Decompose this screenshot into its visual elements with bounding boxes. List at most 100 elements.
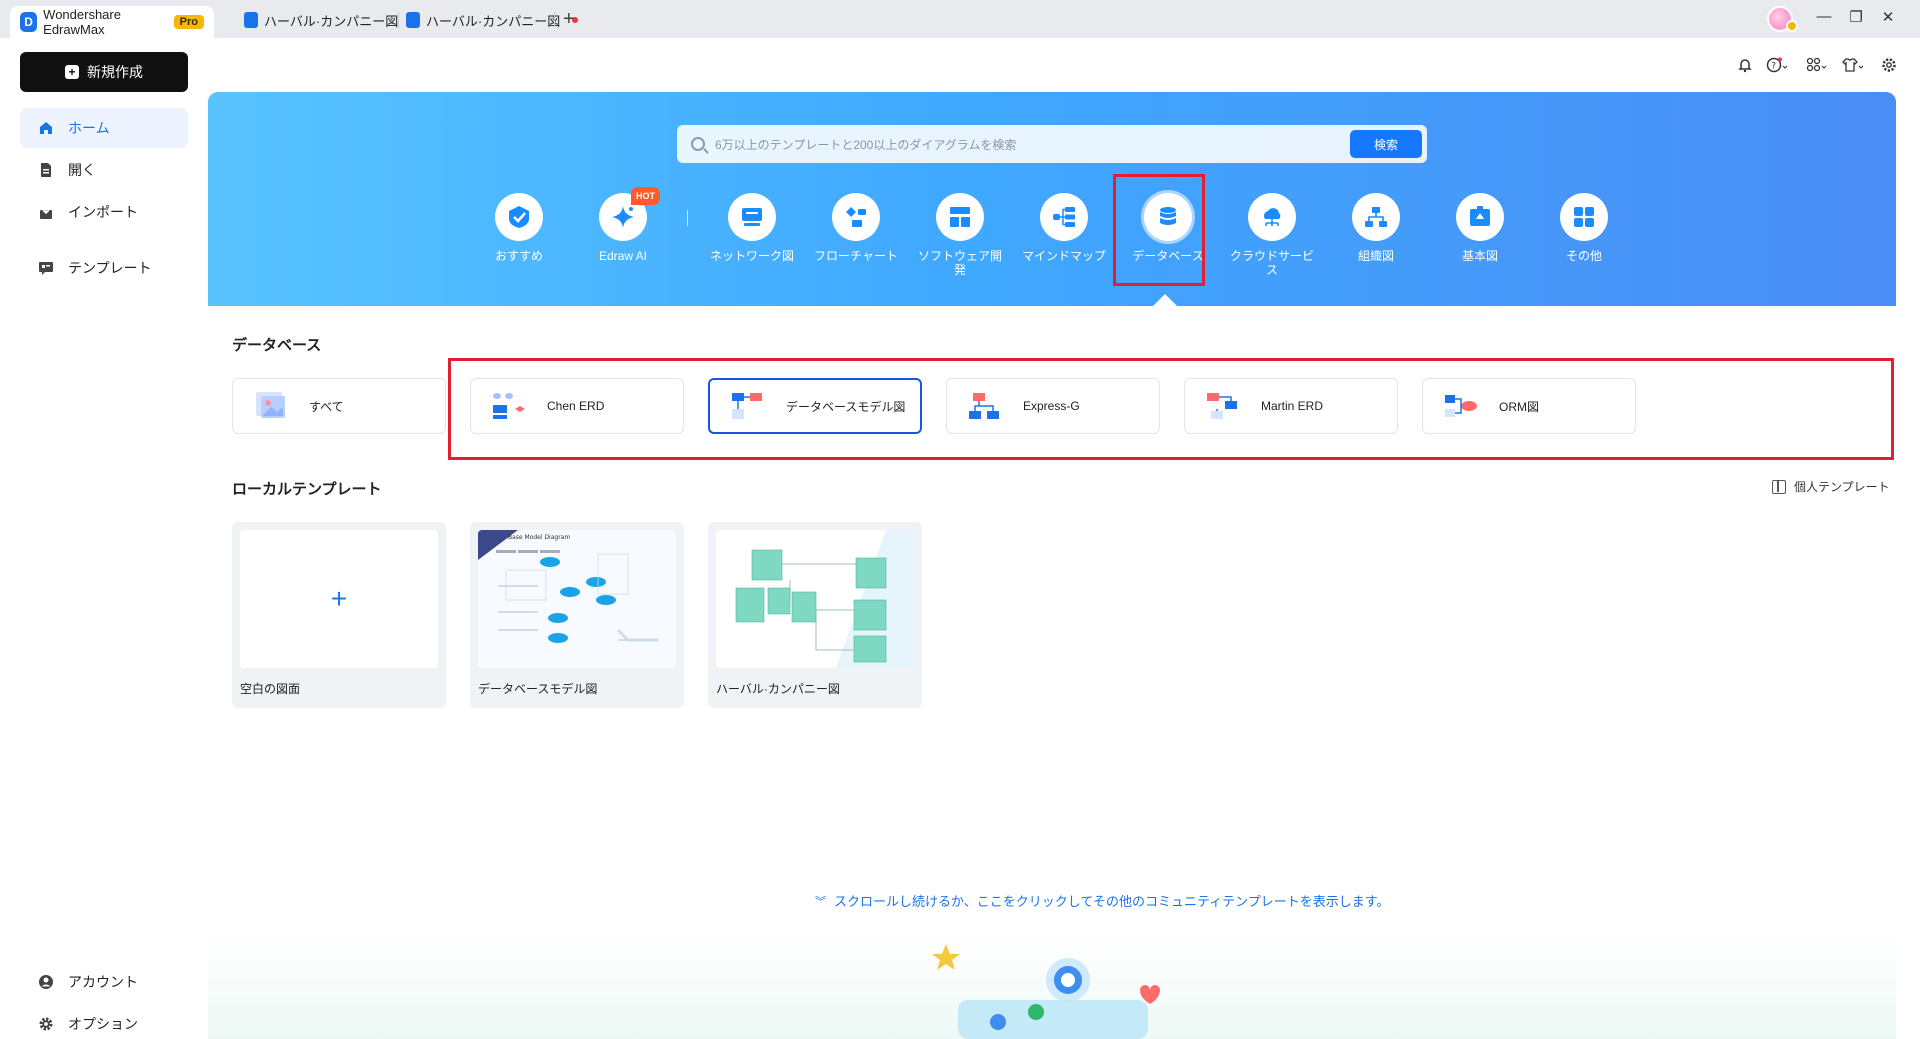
import-icon	[38, 204, 54, 220]
category-org-chart[interactable]: 組織図	[1330, 193, 1422, 263]
category-network[interactable]: ネットワーク図	[706, 193, 798, 263]
orm-icon	[1443, 391, 1479, 421]
category-recommended[interactable]: おすすめ	[473, 193, 565, 263]
search-button[interactable]: 検索	[1350, 130, 1422, 158]
hero-banner: 6万以上のテンプレートと200以上のダイアグラムを検索 検索 おすすめ HOT …	[208, 92, 1896, 306]
svg-text:?: ?	[1771, 62, 1776, 72]
category-flowchart[interactable]: フローチャート	[810, 193, 902, 263]
herbal-company-local-card[interactable]: ハーバル·カンパニー図	[708, 522, 922, 708]
account-icon	[38, 974, 54, 990]
community-illustration	[208, 930, 1896, 1039]
category-cloud[interactable]: クラウドサービ ス	[1226, 193, 1318, 277]
more-icon	[1560, 193, 1608, 241]
app-name: Wondershare EdrawMax	[43, 7, 121, 37]
tab-home[interactable]: D Wondershare EdrawMax Pro	[10, 6, 214, 38]
help-icon[interactable]: ?	[1766, 54, 1788, 76]
sidebar-item-options[interactable]: オプション	[20, 1004, 188, 1039]
template-card-orm[interactable]: ORM図	[1422, 378, 1636, 434]
recommend-icon	[495, 193, 543, 241]
software-icon	[936, 193, 984, 241]
category-label: ネットワーク図	[709, 249, 794, 263]
personal-templates-label: 個人テンプレート	[1794, 480, 1890, 494]
template-card-all[interactable]: すべて	[232, 378, 446, 434]
all-templates-icon	[253, 391, 289, 421]
category-label: Edraw AI	[598, 249, 648, 263]
sidebar-item-label: アカウント	[68, 974, 138, 990]
sidebar-item-label: オプション	[68, 1016, 138, 1032]
search-input[interactable]: 6万以上のテンプレートと200以上のダイアグラムを検索	[715, 136, 1350, 153]
tab-document-2[interactable]: ハーバル·カンパニー図	[406, 6, 579, 34]
template-card-label: データベースモデル図	[786, 399, 906, 414]
blank-drawing-preview: +	[240, 530, 438, 668]
blank-drawing-card[interactable]: + 空白の図面	[232, 522, 446, 708]
express-g-icon	[967, 391, 1003, 421]
new-button-label: 新規作成	[87, 64, 143, 80]
notification-bell-icon[interactable]	[1734, 54, 1756, 76]
title-bar: D Wondershare EdrawMax Pro ハーバル·カンパニー図 ハ…	[0, 0, 1920, 38]
tab-label: ハーバル·カンパニー図	[264, 13, 399, 29]
sidebar-item-account[interactable]: アカウント	[20, 962, 188, 1002]
category-label: 基本図	[1461, 249, 1498, 263]
new-document-button[interactable]: + 新規作成	[20, 52, 188, 92]
chen-erd-icon	[491, 391, 527, 421]
sidebar-item-open[interactable]: 開く	[20, 150, 188, 190]
theme-shirt-icon[interactable]	[1842, 54, 1864, 76]
category-basic[interactable]: 基本図	[1434, 193, 1526, 263]
restore-button[interactable]: ❐	[1846, 8, 1866, 26]
sidebar-item-label: ホーム	[68, 120, 110, 136]
category-label: フローチャート	[814, 249, 898, 263]
template-card-martin-erd[interactable]: Martin ERD	[1184, 378, 1398, 434]
tab-document-1[interactable]: ハーバル·カンパニー図	[244, 6, 417, 34]
new-tab-button[interactable]: +	[563, 8, 575, 31]
martin-erd-icon	[1205, 391, 1241, 421]
database-model-preview: Base Model Diagram	[478, 530, 676, 668]
template-card-chen-erd[interactable]: Chen ERD	[470, 378, 684, 434]
category-software[interactable]: ソフトウェア開 発	[914, 193, 1006, 277]
open-icon	[38, 162, 54, 178]
category-mindmap[interactable]: マインドマップ	[1018, 193, 1110, 263]
document-icon	[406, 12, 420, 28]
org-chart-icon	[1352, 193, 1400, 241]
personal-template-icon	[1772, 479, 1786, 494]
preview-title: Base Model Diagram	[508, 534, 570, 541]
category-edraw-ai[interactable]: HOT Edraw AI	[577, 187, 669, 263]
settings-gear-icon[interactable]	[1878, 54, 1900, 76]
tab-separator	[554, 12, 555, 28]
template-card-express-g[interactable]: Express-G	[946, 378, 1160, 434]
database-model-local-card[interactable]: Base Model Diagram データベースモデル図	[470, 522, 684, 708]
sidebar-item-import[interactable]: インポート	[20, 192, 188, 232]
category-label: おすすめ	[494, 249, 543, 263]
plus-icon: +	[65, 65, 79, 79]
search-icon	[691, 137, 705, 151]
category-label: その他	[1565, 249, 1602, 263]
category-more[interactable]: その他	[1538, 193, 1630, 263]
sidebar-item-templates[interactable]: テンプレート	[20, 248, 188, 288]
highlight-database-category	[1113, 174, 1205, 286]
sidebar-item-label: テンプレート	[68, 260, 152, 276]
load-more-templates-link[interactable]: ︾ スクロールし続けるか、ここをクリックしてその他のコミュニティテンプレートを表…	[815, 891, 1390, 910]
double-chevron-down-icon: ︾	[815, 895, 826, 908]
database-model-icon	[730, 391, 766, 421]
herbal-company-preview	[716, 530, 914, 668]
sidebar-item-label: 開く	[68, 162, 96, 178]
selected-category-caret	[1153, 294, 1177, 306]
category-divider	[687, 210, 688, 226]
vip-badge-icon	[1786, 20, 1798, 32]
network-icon	[728, 193, 776, 241]
sidebar-item-home[interactable]: ホーム	[20, 108, 188, 148]
cloud-icon	[1248, 193, 1296, 241]
home-icon	[38, 120, 54, 136]
template-search-bar[interactable]: 6万以上のテンプレートと200以上のダイアグラムを検索 検索	[677, 125, 1427, 163]
edrawmax-logo-icon: D	[20, 12, 38, 32]
personal-templates-link[interactable]: 個人テンプレート	[1772, 478, 1890, 495]
minimize-button[interactable]: —	[1814, 8, 1834, 25]
template-card-database-model[interactable]: データベースモデル図	[708, 378, 922, 434]
plus-icon: +	[330, 583, 348, 614]
local-card-label: 空白の図面	[240, 682, 301, 696]
category-label: マインドマップ	[1021, 249, 1106, 263]
apps-grid-icon[interactable]	[1806, 54, 1828, 76]
template-icon	[38, 260, 54, 276]
template-card-label: Express-G	[1023, 399, 1080, 413]
close-button[interactable]: ✕	[1878, 8, 1898, 26]
document-icon	[244, 12, 258, 28]
